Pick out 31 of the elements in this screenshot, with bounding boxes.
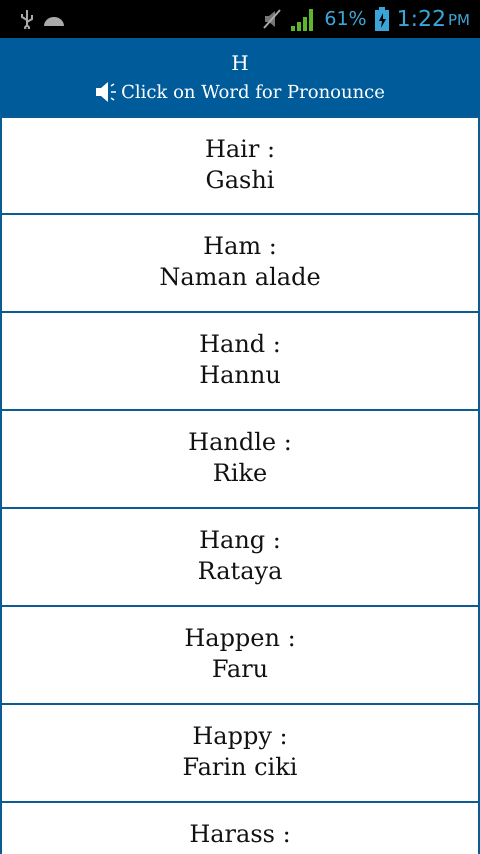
word-card[interactable]: Hang : Rataya — [0, 508, 480, 606]
hausa-translation: Naman alade — [159, 262, 321, 293]
english-word: Hang : — [199, 525, 281, 556]
clock-time: 1:22 — [396, 6, 446, 32]
hausa-translation: Hannu — [199, 360, 281, 391]
mute-icon — [262, 8, 282, 30]
english-word: Ham : — [203, 231, 277, 262]
word-card[interactable]: Happy : Farin ciki — [0, 704, 480, 802]
battery-percent: 61% — [324, 8, 367, 30]
hausa-translation: Faru — [212, 654, 268, 685]
english-word: Happy : — [192, 721, 288, 752]
hausa-translation: Gashi — [206, 165, 274, 196]
english-word: Hand : — [199, 329, 281, 360]
word-card[interactable]: Ham : Naman alade — [0, 214, 480, 312]
word-card[interactable]: Hair : Gashi — [0, 116, 480, 214]
hausa-translation: Rataya — [198, 556, 282, 587]
hausa-translation: Rike — [212, 458, 268, 489]
english-word: Hair : — [204, 134, 276, 165]
word-card[interactable]: Handle : Rike — [0, 410, 480, 508]
english-word: Handle : — [188, 427, 292, 458]
word-card[interactable]: Happen : Faru — [0, 606, 480, 704]
usb-icon — [20, 9, 34, 29]
pronounce-hint: Click on Word for Pronounce — [121, 82, 385, 102]
english-word: Happen : — [184, 623, 296, 654]
english-word: Harass : — [189, 819, 291, 850]
word-card[interactable]: Hand : Hannu — [0, 312, 480, 410]
letter-title: H — [231, 51, 249, 75]
hausa-translation: Farin ciki — [182, 752, 298, 783]
word-card[interactable]: Harass : — [0, 802, 480, 854]
clock-period: PM — [448, 11, 470, 29]
battery-charging-icon — [374, 7, 389, 31]
